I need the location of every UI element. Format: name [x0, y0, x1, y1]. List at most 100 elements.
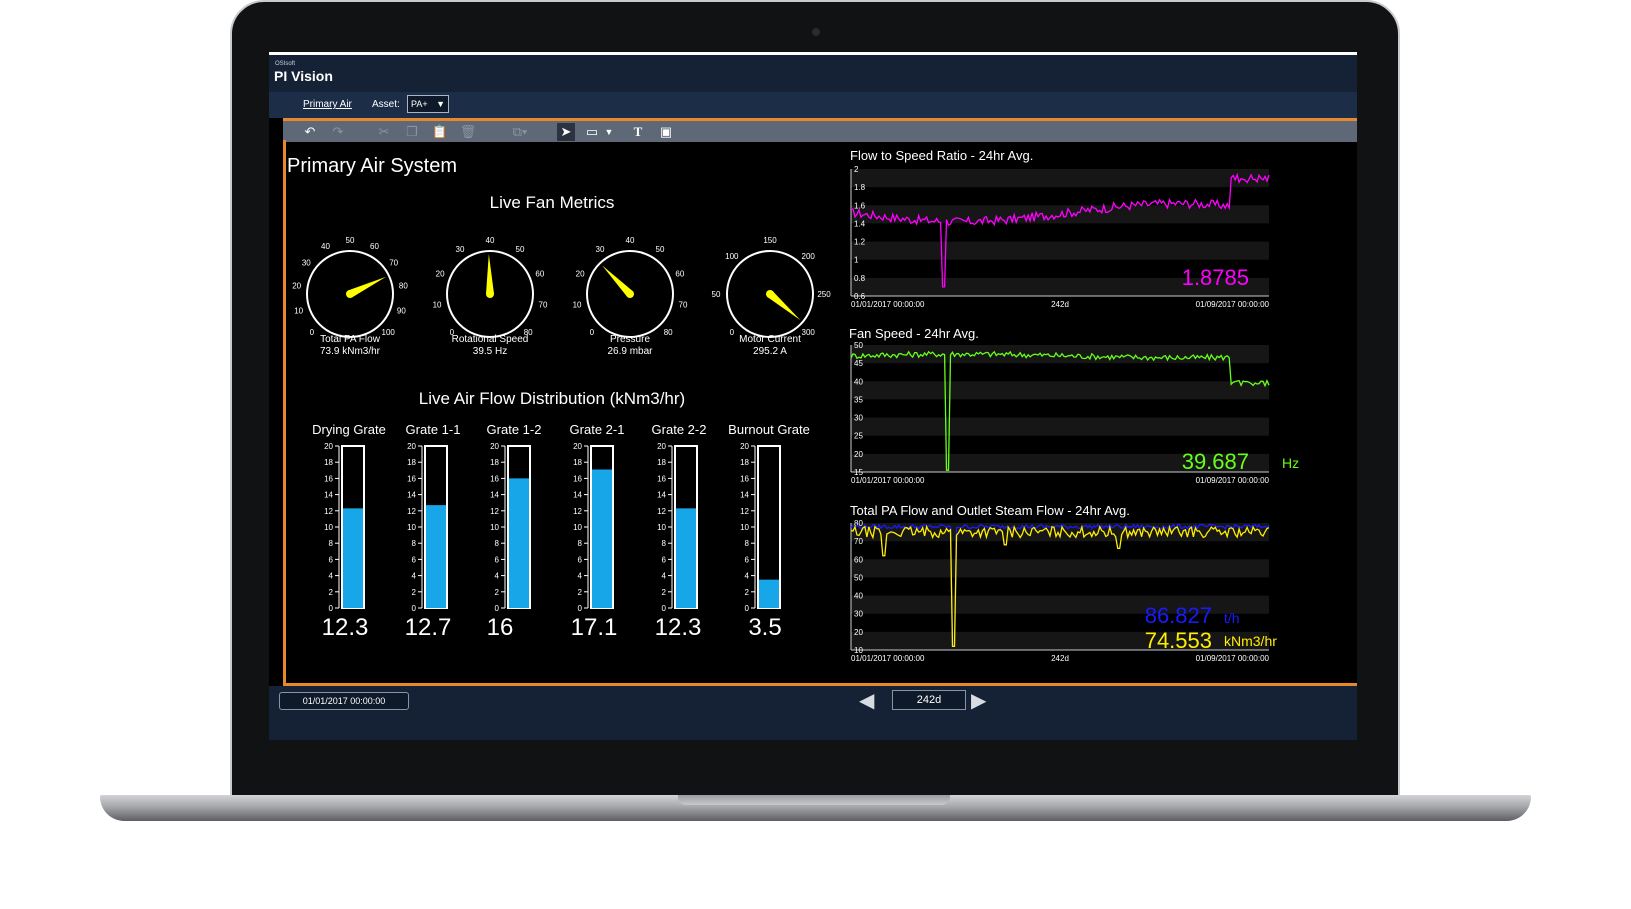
bar-tick-label: 12 [657, 507, 666, 516]
gauge-hub-3 [766, 290, 774, 298]
gauge-needle-1 [486, 254, 494, 295]
gauge-tick-label: 40 [486, 236, 495, 245]
bar-tick-label: 4 [662, 572, 667, 581]
gauge-tick-label: 80 [399, 282, 408, 291]
gauge-tick-label: 60 [370, 242, 379, 251]
bar-tick-label: 6 [578, 555, 583, 564]
bar-tick-label: 14 [407, 491, 416, 500]
bars-group: 0246810121416182002468101214161820024681… [324, 442, 781, 613]
gauge-label-1: Rotational Speed [451, 334, 529, 345]
trend-tick-label: 60 [854, 555, 863, 564]
nav-bar: Primary Air Asset: PA+ ▼ [269, 92, 1357, 118]
bar-value-4: 12.3 [654, 614, 702, 641]
trend-tick-label: 1 [854, 256, 859, 265]
gauge-label-3: Motor Current [739, 334, 801, 345]
bar-tick-label: 18 [573, 458, 582, 467]
start-time-field[interactable]: 01/01/2017 00:00:00 [279, 692, 409, 710]
gauge-tick-label: 150 [763, 236, 777, 245]
bar-tick-label: 18 [657, 458, 666, 467]
bar-tick-label: 0 [578, 604, 583, 613]
trend-tick-label: 1.6 [854, 201, 866, 210]
image-icon[interactable]: ▣ [657, 123, 675, 141]
trend-tick-label: 0.8 [854, 274, 866, 283]
trend-mid-label: 242d [1051, 654, 1069, 663]
gauge-hub-2 [626, 290, 634, 298]
gauge-tick-label: 20 [576, 269, 585, 278]
bar-tick-label: 8 [578, 539, 583, 548]
gauge-tick-label: 40 [321, 242, 330, 251]
duration-field[interactable]: 242d [892, 690, 966, 710]
gauge-tick-label: 200 [802, 252, 816, 261]
gauge-tick-label: 50 [656, 245, 665, 254]
bar-tick-label: 10 [490, 523, 499, 532]
trend-unit-2a: t/h [1224, 610, 1240, 626]
gauge-tick-label: 30 [456, 245, 465, 254]
gauge-value-1: 39.5 Hz [472, 346, 508, 357]
delete-icon[interactable]: 🗑 [459, 123, 477, 141]
undo-icon[interactable]: ↶ [301, 123, 319, 141]
bar-tick-label: 14 [657, 491, 666, 500]
select-pointer-icon[interactable]: ➤ [557, 123, 575, 141]
trend-chart-0[interactable]: 21.81.61.41.210.80.601/01/2017 00:00:00 2… [837, 164, 1277, 319]
trend-title-2: Total PA Flow and Outlet Steam Flow - 24… [850, 503, 1130, 518]
gauge-hub-0 [346, 290, 354, 298]
shape-dropdown-icon[interactable]: ▼ [603, 123, 615, 141]
bar-tick-label: 8 [662, 539, 667, 548]
arrange-icon[interactable]: ⧉▾ [503, 123, 537, 141]
bar-tick-label: 0 [662, 604, 667, 613]
trend-tick-label: 40 [854, 377, 863, 386]
bar-tick-label: 18 [407, 458, 416, 467]
trend-tick-label: 20 [854, 628, 863, 637]
bar-tick-label: 2 [412, 588, 417, 597]
gauge-tick-label: 60 [535, 269, 544, 278]
bar-tick-label: 8 [412, 539, 417, 548]
bar-tick-label: 10 [740, 523, 749, 532]
back-arrow-icon[interactable]: ◀ [859, 690, 874, 712]
bar-value-3: 17.1 [570, 614, 618, 641]
bar-tick-label: 16 [490, 474, 499, 483]
rectangle-icon[interactable]: ▭ [583, 123, 601, 141]
trend-tick-label: 30 [854, 414, 863, 423]
forward-arrow-icon[interactable]: ▶ [971, 690, 986, 712]
trend-tick-label: 50 [854, 341, 863, 350]
display-link[interactable]: Primary Air [303, 99, 352, 110]
asset-label: Asset: [372, 99, 400, 110]
bar-tick-label: 6 [412, 555, 417, 564]
trend-end-label: 01/09/2017 00:00:00 [1196, 654, 1270, 663]
trend-tick-label: 40 [854, 592, 863, 601]
gauge-tick-label: 30 [596, 245, 605, 254]
cut-icon[interactable]: ✂ [375, 123, 393, 141]
gauge-tick-label: 50 [712, 290, 721, 299]
gauge-tick-label: 70 [389, 258, 398, 267]
asset-select-value: PA+ [411, 99, 428, 109]
bar-tick-label: 18 [740, 458, 749, 467]
trend-tick-label: 1.4 [854, 219, 866, 228]
gauge-tick-label: 20 [292, 282, 301, 291]
bar-tick-label: 16 [740, 474, 749, 483]
gauges-group: 0102030405060708090100 01020304050607080 0… [292, 236, 831, 338]
paste-icon[interactable]: 📋 [431, 123, 449, 141]
bar-tick-label: 0 [329, 604, 334, 613]
gauge-tick-label: 100 [725, 252, 739, 261]
bar-tick-label: 2 [745, 588, 750, 597]
webcam [812, 28, 820, 36]
gauge-value-2: 26.9 mbar [607, 346, 653, 357]
asset-select[interactable]: PA+ ▼ [407, 95, 449, 113]
bar-value-2: 16 [486, 614, 514, 641]
bar-tick-label: 16 [407, 474, 416, 483]
bar-tick-label: 2 [578, 588, 583, 597]
bar-tick-label: 0 [412, 604, 417, 613]
bar-tick-label: 12 [740, 507, 749, 516]
bar-tick-label: 20 [740, 442, 749, 451]
bars-section-title: Live Air Flow Distribution (kNm3/hr) [418, 389, 686, 408]
trend-start-label: 01/01/2017 00:00:00 [851, 300, 925, 309]
app-title[interactable]: PI Vision [274, 68, 333, 84]
trend-readout-2a: 86.827 [1144, 603, 1212, 628]
time-bar: 01/01/2017 00:00:00 ◀ 242d ▶ [269, 686, 1357, 740]
gauges-section-title: Live Fan Metrics [489, 193, 615, 212]
copy-icon[interactable]: ❐ [403, 123, 421, 141]
bar-tick-label: 6 [329, 555, 334, 564]
bar-tick-label: 18 [490, 458, 499, 467]
text-icon[interactable]: T [629, 123, 647, 141]
redo-icon[interactable]: ↷ [329, 123, 347, 141]
